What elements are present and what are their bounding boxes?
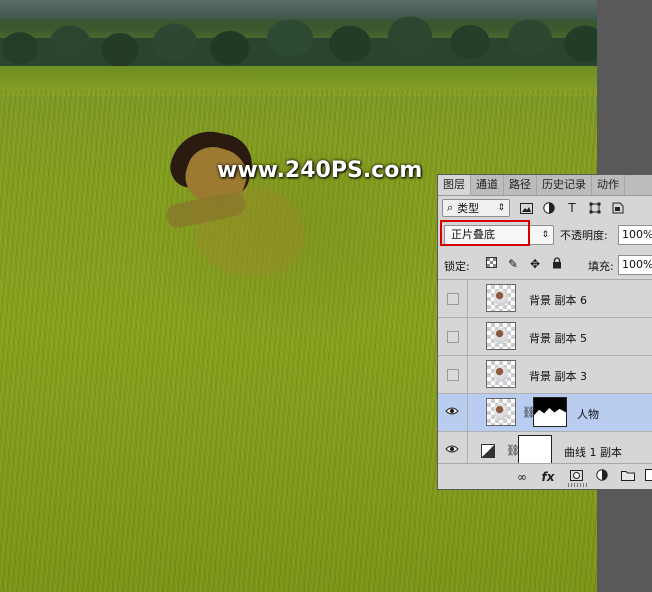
visibility-toggle[interactable]: [438, 394, 468, 432]
layer-mask-thumbnail[interactable]: [518, 435, 552, 465]
tab-layers[interactable]: 图层: [438, 175, 471, 195]
updown-arrows-icon: ⇕: [541, 230, 549, 240]
lock-all-icon[interactable]: [550, 257, 564, 271]
type-filter-icon[interactable]: T: [565, 201, 579, 215]
eye-icon: [445, 405, 459, 419]
panel-tabs: 图层 通道 路径 历史记录 动作: [438, 175, 652, 196]
new-layer-icon[interactable]: [642, 469, 652, 485]
new-adjustment-icon[interactable]: [594, 469, 610, 485]
visibility-toggle[interactable]: [438, 280, 468, 318]
layer-mask-thumbnail[interactable]: [533, 397, 567, 427]
fx-icon[interactable]: fx: [540, 469, 556, 485]
tab-actions[interactable]: 动作: [592, 175, 625, 195]
watermark-text: www.240PS.com: [217, 158, 423, 183]
curves-adjustment-icon: [481, 444, 495, 458]
visibility-toggle[interactable]: [438, 356, 468, 394]
layer-row[interactable]: 背景 副本 6: [438, 280, 652, 318]
layer-list: 背景 副本 6 背景 副本 5 背景 副本 3 ⛓ 人物 ⛓ 曲线 1 副本: [438, 279, 652, 470]
layer-name[interactable]: 背景 副本 3: [529, 368, 587, 384]
layer-thumbnail: [486, 360, 516, 388]
filter-type-label: 类型: [457, 202, 480, 215]
lock-transparent-icon[interactable]: [484, 257, 498, 271]
panel-bottom-bar: ∞ fx: [438, 463, 652, 489]
layer-name[interactable]: 背景 副本 5: [529, 330, 587, 346]
layer-row[interactable]: 背景 副本 3: [438, 356, 652, 394]
sleeping-person: [160, 124, 310, 280]
fill-label: 填充:: [588, 260, 614, 273]
layer-row[interactable]: 背景 副本 5: [438, 318, 652, 356]
adjustment-filter-icon[interactable]: [542, 201, 556, 215]
layer-thumbnail: [486, 284, 516, 312]
smart-object-filter-icon[interactable]: [611, 201, 625, 215]
image-filter-icon[interactable]: [519, 201, 533, 215]
updown-arrows-icon: ⇕: [497, 203, 505, 213]
hidden-box-icon: [447, 369, 459, 381]
tab-history[interactable]: 历史记录: [537, 175, 592, 195]
layer-name[interactable]: 背景 副本 6: [529, 292, 587, 308]
layer-thumbnail: [486, 398, 516, 426]
layer-row-selected[interactable]: ⛓ 人物: [438, 394, 652, 432]
hidden-box-icon: [447, 293, 459, 305]
eye-icon: [445, 443, 459, 457]
new-group-icon[interactable]: [620, 469, 636, 485]
link-layers-icon[interactable]: ∞: [514, 469, 530, 485]
lock-row: 锁定: ✎ ✥ 填充: 100%: [442, 255, 652, 275]
lock-image-icon[interactable]: ✎: [506, 257, 520, 271]
layer-filter-row: ⌕ 类型 ⇕ T: [442, 197, 625, 219]
filter-type-select[interactable]: ⌕ 类型 ⇕: [442, 199, 510, 217]
fill-input[interactable]: 100%: [618, 255, 652, 275]
lock-label: 锁定:: [444, 260, 470, 273]
tab-paths[interactable]: 路径: [504, 175, 537, 195]
visibility-toggle[interactable]: [438, 318, 468, 356]
lock-position-icon[interactable]: ✥: [528, 257, 542, 271]
tab-channels[interactable]: 通道: [471, 175, 504, 195]
blend-mode-highlight: [440, 220, 530, 246]
opacity-input[interactable]: 100%: [618, 225, 652, 245]
shape-filter-icon[interactable]: [588, 201, 602, 215]
magnifier-icon: ⌕: [447, 201, 454, 214]
resize-grip[interactable]: [568, 483, 588, 487]
layer-name[interactable]: 曲线 1 副本: [564, 444, 622, 460]
layer-thumbnail: [486, 322, 516, 350]
opacity-label: 不透明度:: [560, 229, 608, 242]
blend-row: 正片叠底 ⇕ 不透明度: 100%: [440, 220, 652, 247]
layer-name[interactable]: 人物: [577, 406, 599, 422]
hidden-box-icon: [447, 331, 459, 343]
layers-panel: 图层 通道 路径 历史记录 动作 ⌕ 类型 ⇕ T 正片叠底 ⇕ 不透明度: 1…: [437, 174, 652, 490]
